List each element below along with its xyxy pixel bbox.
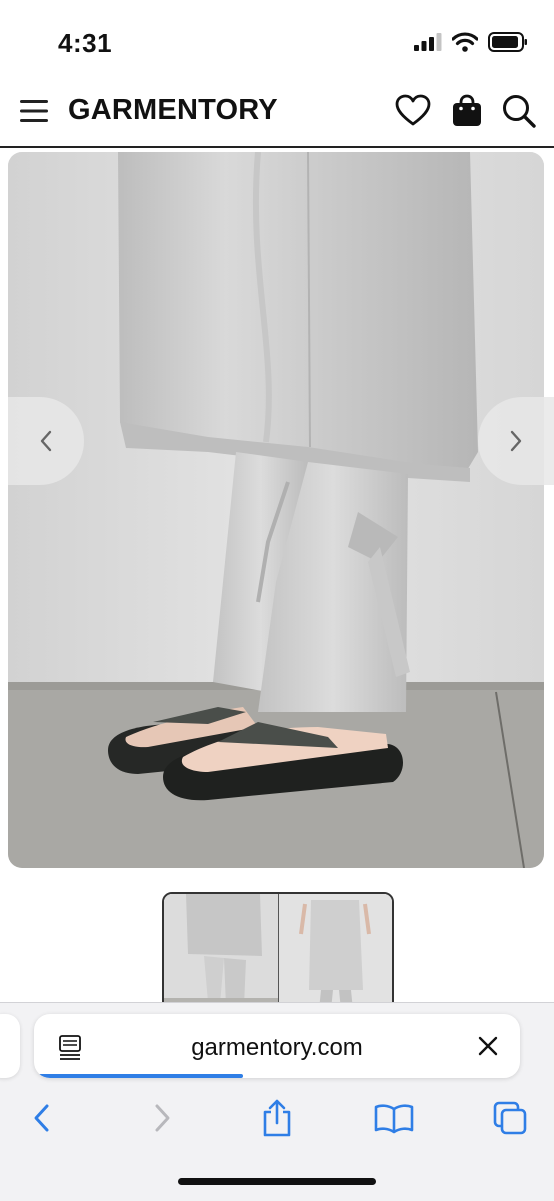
- share-icon: [263, 1099, 291, 1137]
- chevron-right-icon: [510, 430, 522, 452]
- product-main-image[interactable]: [8, 152, 544, 868]
- thumbnail-2-image: [279, 894, 392, 1014]
- forward-icon: [155, 1104, 170, 1132]
- product-photo: [8, 152, 544, 868]
- cellular-signal-icon: [414, 33, 442, 51]
- share-button[interactable]: [255, 1096, 299, 1140]
- back-icon: [34, 1104, 49, 1132]
- page-load-progress: [34, 1074, 243, 1078]
- chevron-left-icon: [40, 430, 52, 452]
- bookmarks-icon: [374, 1104, 414, 1134]
- thumbnail-2[interactable]: [278, 894, 392, 1014]
- home-indicator: [178, 1178, 376, 1185]
- status-bar: 4:31: [0, 0, 554, 80]
- thumbnail-strip: [162, 892, 394, 1016]
- search-icon[interactable]: [500, 92, 538, 130]
- url-text[interactable]: garmentory.com: [34, 1034, 520, 1062]
- heart-icon[interactable]: [394, 92, 432, 130]
- thumbnail-1[interactable]: [164, 894, 278, 1014]
- previous-tab-peek[interactable]: [0, 1014, 20, 1078]
- site-header: GARMENTORY: [0, 80, 554, 148]
- back-button[interactable]: [20, 1096, 64, 1140]
- shopping-bag-icon[interactable]: [448, 92, 486, 130]
- bookmarks-button[interactable]: [372, 1096, 416, 1140]
- forward-button[interactable]: [140, 1096, 184, 1140]
- close-icon[interactable]: [476, 1034, 500, 1058]
- status-time: 4:31: [58, 28, 113, 58]
- status-icons: [414, 32, 528, 52]
- tabs-icon: [493, 1101, 527, 1135]
- address-bar[interactable]: garmentory.com: [34, 1014, 520, 1078]
- thumbnail-1-image: [164, 894, 278, 1014]
- battery-icon: [488, 32, 527, 52]
- hamburger-menu-icon[interactable]: [18, 96, 50, 126]
- tabs-button[interactable]: [488, 1096, 532, 1140]
- wifi-icon: [452, 32, 478, 52]
- brand-logo[interactable]: GARMENTORY: [68, 94, 278, 127]
